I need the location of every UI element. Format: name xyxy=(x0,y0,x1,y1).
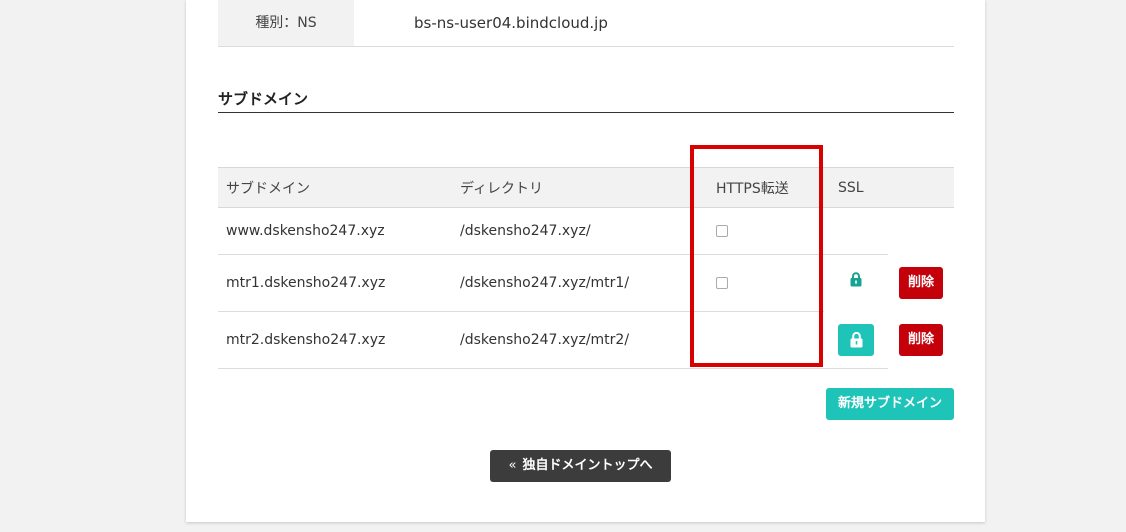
col-header-https: HTTPS転送 xyxy=(690,167,824,208)
col-header-ssl: SSL xyxy=(824,167,888,208)
actions-cell: 削除 xyxy=(888,255,954,312)
ssl-lock-icon[interactable] xyxy=(840,267,872,299)
https-cell xyxy=(690,254,824,312)
https-cell xyxy=(690,207,824,255)
ns-record-row: 種別：NS bs-ns-user04.bindcloud.jp xyxy=(218,0,954,47)
subdomain-directory: /dskensho247.xyz/ xyxy=(452,207,690,255)
delete-button[interactable]: 削除 xyxy=(899,267,943,299)
ns-record-key: 種別：NS xyxy=(218,0,354,46)
ns-record-value: bs-ns-user04.bindcloud.jp xyxy=(414,14,608,32)
table-row: mtr2.dskensho247.xyz /dskensho247.xyz/mt… xyxy=(218,311,954,369)
subdomain-directory: /dskensho247.xyz/mtr1/ xyxy=(452,254,690,312)
subdomain-table: サブドメイン ディレクトリ HTTPS転送 SSL www.dskensho24… xyxy=(218,167,954,369)
actions-cell xyxy=(888,208,954,255)
back-to-domain-top-button[interactable]: « 独自ドメイントップへ xyxy=(490,450,671,482)
https-redirect-checkbox[interactable] xyxy=(716,225,728,237)
col-header-actions xyxy=(888,167,954,208)
table-header-row: サブドメイン ディレクトリ HTTPS転送 SSL xyxy=(218,167,954,208)
table-row: www.dskensho247.xyz /dskensho247.xyz/ xyxy=(218,207,954,255)
subdomain-directory: /dskensho247.xyz/mtr2/ xyxy=(452,311,690,369)
subdomain-name: www.dskensho247.xyz xyxy=(218,207,452,255)
subdomain-name: mtr2.dskensho247.xyz xyxy=(218,311,452,369)
ssl-cell xyxy=(824,311,888,369)
https-redirect-checkbox[interactable] xyxy=(716,277,728,289)
double-chevron-left-icon: « xyxy=(508,458,517,473)
col-header-directory: ディレクトリ xyxy=(452,167,690,208)
new-subdomain-button[interactable]: 新規サブドメイン xyxy=(826,388,954,420)
table-row: mtr1.dskensho247.xyz /dskensho247.xyz/mt… xyxy=(218,254,954,312)
https-cell xyxy=(690,311,824,369)
ssl-lock-button[interactable] xyxy=(838,323,874,356)
ssl-cell xyxy=(824,255,888,312)
back-to-domain-top-label: 独自ドメイントップへ xyxy=(522,458,653,473)
delete-button[interactable]: 削除 xyxy=(899,324,943,356)
ssl-cell xyxy=(824,207,888,255)
col-header-subdomain: サブドメイン xyxy=(218,167,452,208)
subdomain-name: mtr1.dskensho247.xyz xyxy=(218,254,452,312)
actions-cell: 削除 xyxy=(888,312,954,369)
subdomain-section-title: サブドメイン xyxy=(218,88,954,113)
